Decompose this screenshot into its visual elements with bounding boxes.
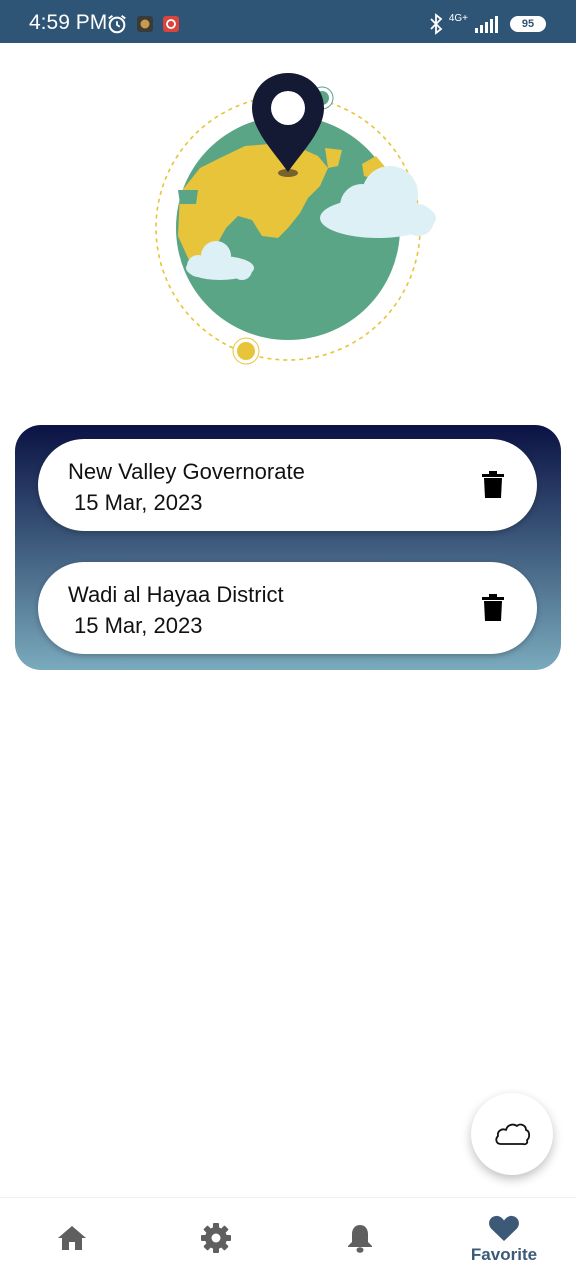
nav-settings[interactable] <box>144 1198 288 1280</box>
app-notification-icon <box>163 16 179 32</box>
nav-favorite[interactable]: Favorite <box>432 1198 576 1280</box>
nav-notifications[interactable] <box>288 1198 432 1280</box>
bell-icon <box>348 1225 372 1253</box>
home-icon <box>58 1226 86 1250</box>
battery-icon: 95 <box>510 16 546 32</box>
status-bar: 4:59 PM 4G+ 95 <box>0 0 576 43</box>
status-right-icons: 4G+ 95 <box>429 12 546 36</box>
favorite-card[interactable]: Wadi al Hayaa District 15 Mar, 2023 <box>38 562 537 654</box>
globe-location-illustration <box>155 73 436 365</box>
signal-icon <box>475 16 498 33</box>
bluetooth-icon <box>430 13 443 35</box>
favorite-date: 15 Mar, 2023 <box>74 490 203 515</box>
status-left-icons <box>106 12 180 36</box>
favorite-date: 15 Mar, 2023 <box>74 613 203 638</box>
favorite-location-name: New Valley Governorate <box>68 459 305 484</box>
favorites-screen: 4:59 PM 4G+ 95 New Valley Governorate 15… <box>0 0 576 1280</box>
status-time: 4:59 PM <box>29 11 108 34</box>
nav-favorite-label: Favorite <box>470 1245 538 1264</box>
cloud-icon <box>495 1123 531 1146</box>
gear-icon <box>201 1223 231 1253</box>
favorite-card[interactable]: New Valley Governorate 15 Mar, 2023 <box>38 439 537 531</box>
bottom-navigation: Favorite <box>0 1197 576 1280</box>
heart-icon <box>489 1215 519 1241</box>
favorite-location-name: Wadi al Hayaa District <box>68 582 284 607</box>
app-notification-icon <box>137 16 153 32</box>
favorites-list: New Valley Governorate 15 Mar, 2023 Wadi… <box>15 425 561 670</box>
weather-fab-button[interactable] <box>471 1093 553 1175</box>
delete-icon[interactable] <box>481 471 505 499</box>
delete-icon[interactable] <box>481 594 505 622</box>
alarm-icon <box>108 14 126 34</box>
network-type-label: 4G+ <box>448 13 468 24</box>
nav-home[interactable] <box>0 1198 144 1280</box>
